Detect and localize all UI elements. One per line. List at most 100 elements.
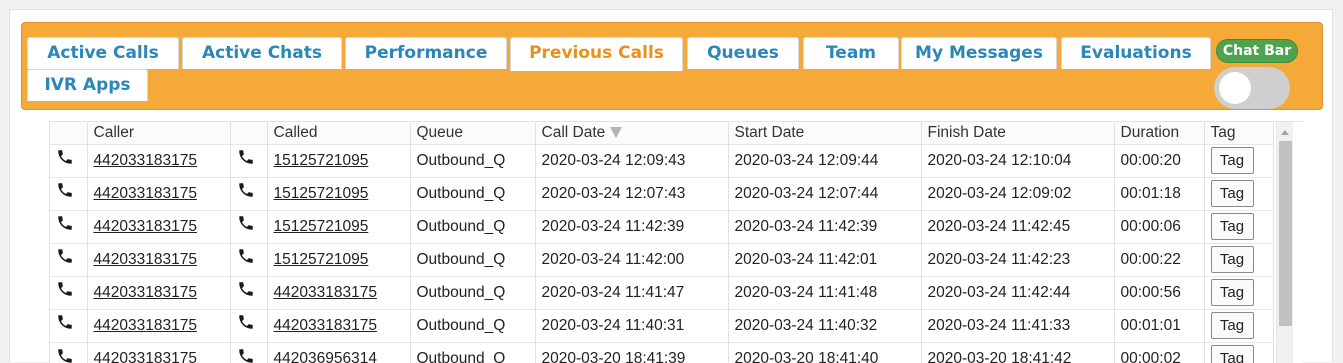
tab-team[interactable]: Team (803, 37, 899, 69)
table-header-row: Caller Called Queue Call Date Start Date… (50, 122, 1274, 144)
tab-ivr-apps[interactable]: IVR Apps (27, 69, 148, 101)
start-date-cell: 2020-03-20 18:41:40 (728, 341, 922, 363)
caller-phone-cell (50, 242, 88, 276)
table-row[interactable]: 442033183175 442036956314 Outbound_Q 2020-0… (50, 341, 1274, 363)
queue-cell: Outbound_Q (410, 176, 536, 210)
header-called[interactable]: Called (267, 122, 411, 144)
table-row[interactable]: 442033183175 442033183175 Outbound_Q 2020-0… (50, 275, 1274, 309)
phone-icon (56, 183, 74, 202)
call-date-cell: 2020-03-24 11:41:47 (535, 275, 729, 309)
tag-cell: Tag (1204, 176, 1274, 210)
caller-phone-cell (50, 275, 88, 309)
tag-cell: Tag (1204, 143, 1274, 177)
tab-active-calls[interactable]: Active Calls (27, 37, 179, 69)
table-row[interactable]: 442033183175 442033183175 Outbound_Q 2020-0… (50, 308, 1274, 342)
duration-cell: 00:00:22 (1114, 242, 1205, 276)
called-phone-cell (230, 209, 268, 243)
page: Active Calls Active Chats Performance Pr… (9, 9, 1333, 363)
called-phone-cell (230, 176, 268, 210)
header-caller[interactable]: Caller (87, 122, 231, 144)
caller-link[interactable]: 442033183175 (94, 317, 197, 334)
tag-button[interactable]: Tag (1210, 246, 1254, 273)
call-date-cell: 2020-03-24 12:07:43 (535, 176, 729, 210)
caller-cell: 442033183175 (87, 308, 231, 342)
called-link[interactable]: 15125721095 (274, 152, 369, 169)
call-date-cell: 2020-03-24 11:40:31 (535, 308, 729, 342)
header-call-date[interactable]: Call Date (535, 122, 729, 144)
called-cell: 15125721095 (267, 242, 411, 276)
caller-cell: 442033183175 (87, 209, 231, 243)
caller-link[interactable]: 442033183175 (94, 218, 197, 235)
called-link[interactable]: 15125721095 (274, 185, 369, 202)
start-date-cell: 2020-03-24 11:42:01 (728, 242, 922, 276)
tag-button[interactable]: Tag (1210, 345, 1254, 363)
phone-icon (237, 150, 255, 169)
tag-button[interactable]: Tag (1210, 312, 1254, 339)
table-row[interactable]: 442033183175 15125721095 Outbound_Q 2020-03… (50, 143, 1274, 177)
caller-link[interactable]: 442033183175 (94, 185, 197, 202)
header-duration[interactable]: Duration (1114, 122, 1205, 144)
header-call-date-label: Call Date (541, 123, 606, 141)
caller-link[interactable]: 442033183175 (94, 284, 197, 301)
start-date-cell: 2020-03-24 11:40:32 (728, 308, 922, 342)
called-link[interactable]: 15125721095 (274, 251, 369, 268)
tag-cell: Tag (1204, 341, 1274, 363)
duration-cell: 00:00:02 (1114, 341, 1205, 363)
scroll-thumb[interactable] (1279, 141, 1292, 326)
toggle-knob (1219, 72, 1251, 104)
phone-icon (237, 249, 255, 268)
queue-cell: Outbound_Q (410, 209, 536, 243)
caller-phone-cell (50, 143, 88, 177)
finish-date-cell: 2020-03-24 11:42:23 (921, 242, 1115, 276)
tab-previous-calls[interactable]: Previous Calls (510, 37, 683, 71)
queue-cell: Outbound_Q (410, 275, 536, 309)
queue-cell: Outbound_Q (410, 242, 536, 276)
previous-calls-grid: Caller Called Queue Call Date Start Date… (49, 121, 1303, 363)
caller-phone-cell (50, 308, 88, 342)
start-date-cell: 2020-03-24 12:07:44 (728, 176, 922, 210)
called-phone-cell (230, 275, 268, 309)
finish-date-cell: 2020-03-24 11:41:33 (921, 308, 1115, 342)
header-start-date[interactable]: Start Date (728, 122, 922, 144)
called-link[interactable]: 15125721095 (274, 218, 369, 235)
header-queue[interactable]: Queue (410, 122, 536, 144)
caller-link[interactable]: 442033183175 (94, 152, 197, 169)
caller-phone-cell (50, 209, 88, 243)
caller-phone-cell (50, 341, 88, 363)
tag-button[interactable]: Tag (1210, 213, 1254, 240)
phone-icon (237, 216, 255, 235)
duration-cell: 00:00:20 (1114, 143, 1205, 177)
phone-icon (237, 348, 255, 363)
caller-cell: 442033183175 (87, 341, 231, 363)
called-link[interactable]: 442033183175 (274, 284, 377, 301)
tab-evaluations[interactable]: Evaluations (1061, 37, 1211, 69)
tag-button[interactable]: Tag (1210, 147, 1254, 174)
phone-icon (56, 282, 74, 301)
duration-cell: 00:01:18 (1114, 176, 1205, 210)
header-caller-icon (50, 122, 88, 144)
caller-link[interactable]: 442033183175 (94, 350, 197, 363)
called-link[interactable]: 442033183175 (274, 317, 377, 334)
scroll-up-arrow-icon[interactable] (1281, 130, 1289, 135)
tag-button[interactable]: Tag (1210, 279, 1254, 306)
tag-button[interactable]: Tag (1210, 180, 1254, 207)
tab-queues[interactable]: Queues (687, 37, 799, 69)
tab-my-messages[interactable]: My Messages (901, 37, 1057, 69)
header-finish-date[interactable]: Finish Date (921, 122, 1115, 144)
caller-link[interactable]: 442033183175 (94, 251, 197, 268)
tag-cell: Tag (1204, 275, 1274, 309)
called-link[interactable]: 442036956314 (274, 350, 377, 363)
tag-cell: Tag (1204, 242, 1274, 276)
table-row[interactable]: 442033183175 15125721095 Outbound_Q 2020-03… (50, 176, 1274, 210)
finish-date-cell: 2020-03-24 11:42:45 (921, 209, 1115, 243)
phone-icon (56, 216, 74, 235)
table-row[interactable]: 442033183175 15125721095 Outbound_Q 2020-03… (50, 209, 1274, 243)
chat-bar-toggle[interactable] (1214, 67, 1290, 109)
tab-performance[interactable]: Performance (345, 37, 507, 69)
vertical-scrollbar[interactable] (1276, 122, 1293, 363)
table-row[interactable]: 442033183175 15125721095 Outbound_Q 2020-03… (50, 242, 1274, 276)
caller-cell: 442033183175 (87, 176, 231, 210)
tab-active-chats[interactable]: Active Chats (182, 37, 342, 69)
call-date-cell: 2020-03-24 11:42:39 (535, 209, 729, 243)
queue-cell: Outbound_Q (410, 308, 536, 342)
